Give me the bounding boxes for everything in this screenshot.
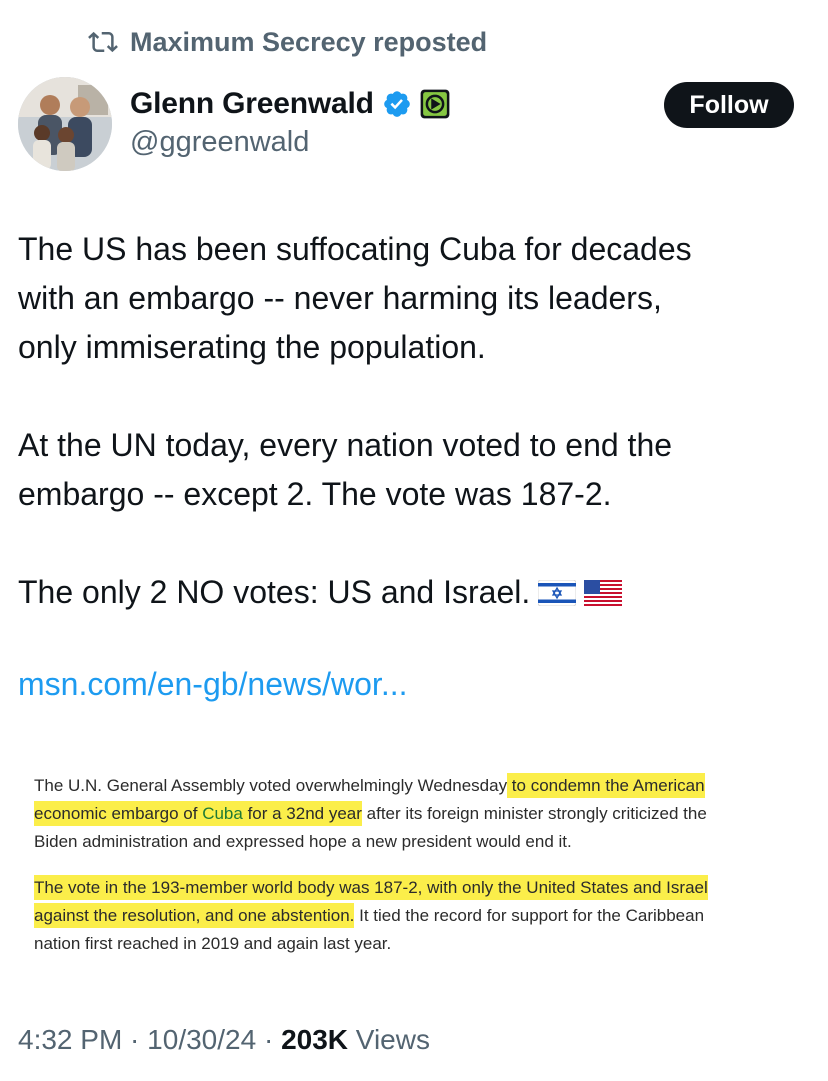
meta-separator: · — [122, 1024, 148, 1055]
tweet-meta: 4:32 PM · 10/30/24 · 203K Views — [18, 1024, 430, 1056]
article-link[interactable]: msn.com/en-gb/news/wor... — [18, 666, 407, 703]
article-paragraph-2: The vote in the 193-member world body wa… — [34, 874, 794, 958]
verified-badge-icon — [383, 91, 410, 117]
article-text: The U.N. General Assembly voted overwhel… — [34, 776, 508, 795]
us-flag-icon — [584, 580, 623, 606]
highlighted-text: The vote in the 193-member world body wa… — [34, 875, 708, 900]
tweet-body: The US has been suffocating Cuba for dec… — [18, 225, 808, 617]
views-label: Views — [348, 1024, 430, 1055]
tweet-line-flags: The only 2 NO votes: US and Israel. — [18, 568, 808, 617]
highlighted-text-part: for a 32nd year — [242, 804, 362, 823]
highlighted-text: to condemn the American — [507, 773, 705, 798]
repost-label: Maximum Secrecy reposted — [130, 26, 488, 57]
author-avatar[interactable] — [18, 77, 112, 171]
tweet-line: embargo -- except 2. The vote was 187-2. — [18, 476, 612, 512]
article-excerpt-image[interactable]: The U.N. General Assembly voted overwhel… — [0, 758, 828, 972]
highlighted-text: economic embargo of Cuba for a 32nd year — [34, 801, 362, 826]
article-text: nation first reached in 2019 and again l… — [34, 934, 392, 953]
highlighted-country: Cuba — [202, 804, 243, 823]
views-count[interactable]: 203K — [281, 1024, 348, 1056]
repost-icon — [88, 31, 118, 53]
article-text: It tied the record for support for the C… — [354, 906, 705, 925]
article-text: Biden administration and expressed hope … — [34, 832, 572, 851]
article-text: after its foreign minister strongly crit… — [361, 804, 707, 823]
tweet-line: only immiserating the population. — [18, 329, 486, 365]
rumble-affiliate-icon[interactable] — [420, 89, 450, 119]
meta-separator: · — [256, 1024, 282, 1055]
tweet-time[interactable]: 4:32 PM — [18, 1024, 122, 1056]
follow-button[interactable]: Follow — [664, 82, 794, 128]
highlighted-text-part: economic embargo of — [34, 804, 203, 823]
israel-flag-icon — [538, 580, 577, 606]
author-handle[interactable]: @ggreenwald — [130, 126, 309, 159]
author-display-name[interactable]: Glenn Greenwald — [130, 87, 374, 121]
author-name-row[interactable]: Glenn Greenwald — [130, 84, 450, 124]
tweet-date[interactable]: 10/30/24 — [147, 1024, 256, 1056]
highlighted-text: against the resolution, and one abstenti… — [34, 903, 355, 928]
tweet-line: The US has been suffocating Cuba for dec… — [18, 231, 692, 267]
avatar-photo — [18, 77, 112, 171]
tweet-line-text: The only 2 NO votes: US and Israel. — [18, 574, 531, 610]
tweet-line: with an embargo -- never harming its lea… — [18, 280, 662, 316]
article-paragraph-1: The U.N. General Assembly voted overwhel… — [34, 772, 794, 856]
tweet-line: At the UN today, every nation voted to e… — [18, 427, 673, 463]
repost-indicator[interactable]: Maximum Secrecy reposted — [88, 26, 487, 58]
article-excerpt: The U.N. General Assembly voted overwhel… — [34, 772, 794, 958]
